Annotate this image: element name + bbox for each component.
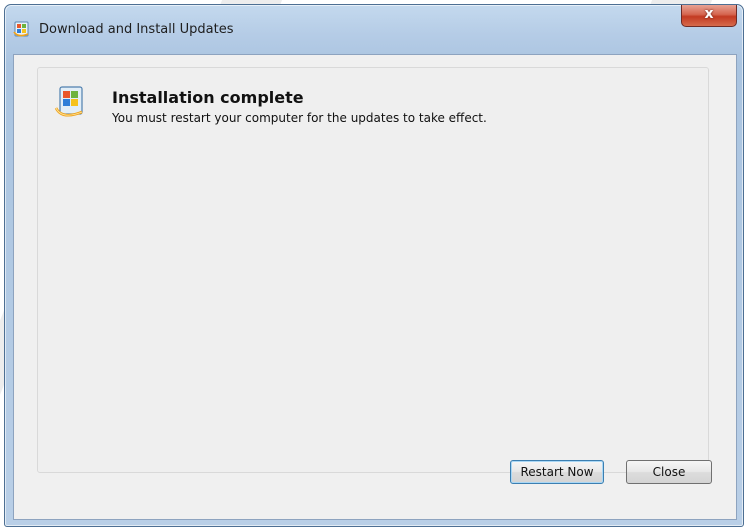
- windows-update-icon: [13, 21, 29, 37]
- restart-now-button[interactable]: Restart Now: [510, 460, 604, 484]
- window-close-button[interactable]: x: [681, 5, 737, 27]
- window-title: Download and Install Updates: [39, 22, 234, 37]
- close-button[interactable]: Close: [626, 460, 712, 484]
- update-dialog-window: Download and Install Updates x Installat…: [4, 4, 744, 527]
- desktop-background: Download and Install Updates x Installat…: [0, 0, 748, 531]
- status-message: You must restart your computer for the u…: [112, 111, 487, 125]
- title-bar[interactable]: Download and Install Updates x: [5, 5, 743, 55]
- windows-update-icon: [54, 86, 83, 117]
- close-icon: x: [704, 6, 714, 22]
- status-headline: Installation complete: [112, 88, 304, 107]
- status-panel: Installation complete You must restart y…: [37, 67, 709, 473]
- dialog-client-area: Installation complete You must restart y…: [13, 54, 737, 520]
